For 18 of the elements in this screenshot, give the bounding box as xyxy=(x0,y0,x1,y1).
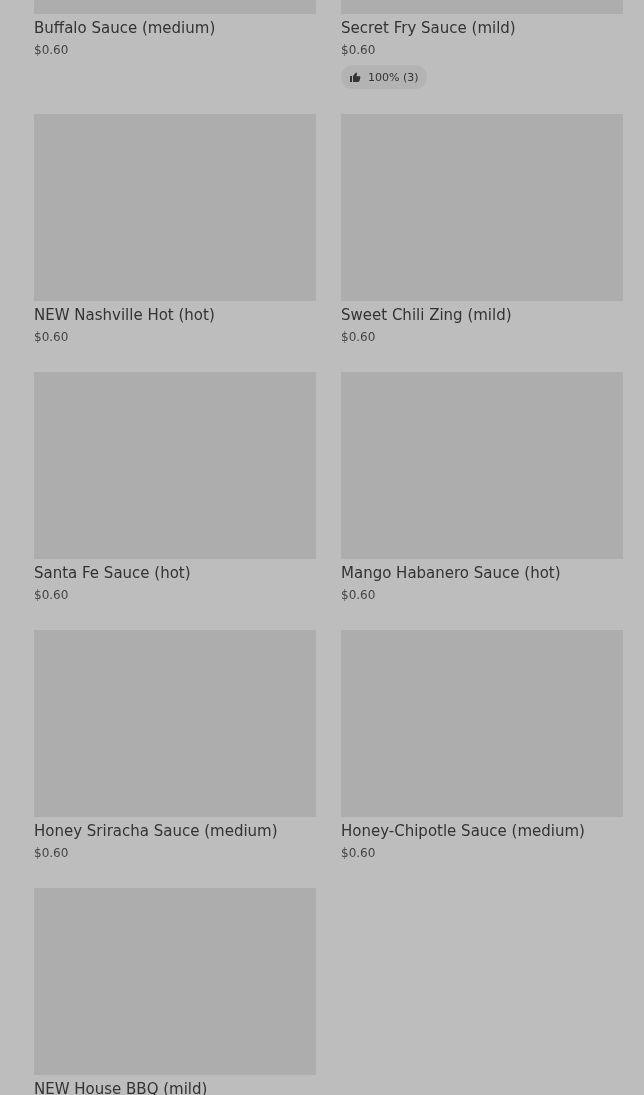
item-name: Secret Fry Sauce (mild) xyxy=(341,18,517,39)
item-name: Honey Sriracha Sauce (medium) xyxy=(34,821,279,842)
item-price: $0.60 xyxy=(34,845,70,862)
item-price: $0.60 xyxy=(341,587,377,604)
item-name: Santa Fe Sauce (hot) xyxy=(34,563,192,584)
item-price: $0.60 xyxy=(34,42,70,59)
item-price: $0.60 xyxy=(34,329,70,346)
item-name: Honey-Chipotle Sauce (medium) xyxy=(341,821,586,842)
item-name: Buffalo Sauce (medium) xyxy=(34,18,217,39)
rating-text: 100% (3) xyxy=(368,70,419,84)
item-name: NEW Nashville Hot (hot) xyxy=(34,305,216,326)
item-price: $0.60 xyxy=(341,329,377,346)
thumbs-up-icon xyxy=(349,71,361,83)
item-name: Sweet Chili Zing (mild) xyxy=(341,305,513,326)
item-price: $0.60 xyxy=(341,845,377,862)
item-price: $0.60 xyxy=(341,42,377,59)
item-price: $0.60 xyxy=(34,587,70,604)
item-name: Mango Habanero Sauce (hot) xyxy=(341,563,562,584)
